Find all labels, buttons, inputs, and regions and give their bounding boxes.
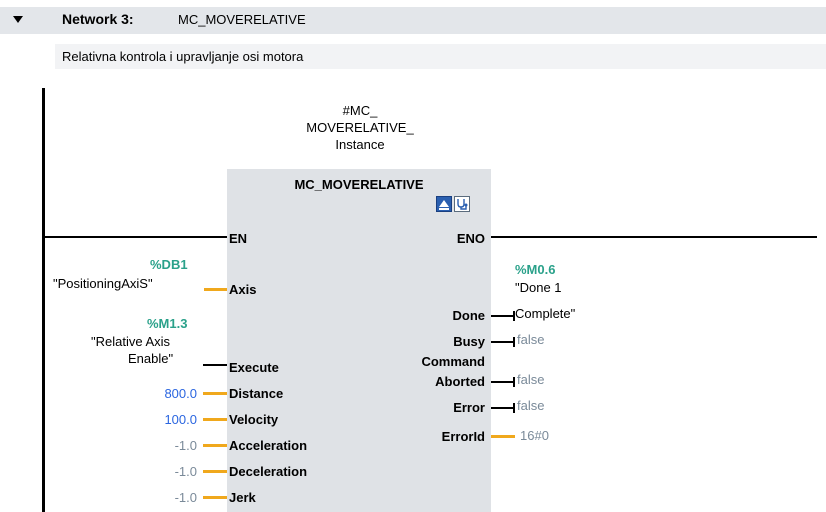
download-icon[interactable] — [436, 196, 452, 212]
pin-distance: Distance — [229, 386, 284, 401]
pin-command-aborted-line1: Command — [421, 354, 485, 369]
pin-error: Error — [453, 400, 485, 415]
block-title: MC_MOVERELATIVE — [294, 177, 424, 192]
axis-wire — [204, 288, 227, 291]
axis-tag[interactable]: "PositioningAxiS" — [53, 276, 153, 291]
function-block[interactable]: MC_MOVERELATIVE EN Axis Execute Distance… — [227, 169, 491, 512]
error-wire-end — [513, 403, 515, 413]
deceleration-wire — [203, 470, 227, 473]
instance-db-line1[interactable]: #MC_ — [260, 103, 460, 118]
jerk-wire — [203, 496, 227, 499]
network-title[interactable]: MC_MOVERELATIVE — [178, 12, 306, 27]
done-address[interactable]: %M0.6 — [515, 262, 555, 277]
pin-deceleration: Deceleration — [229, 464, 308, 479]
pin-errorid: ErrorId — [441, 429, 485, 444]
pin-eno: ENO — [456, 231, 485, 246]
left-power-rail — [42, 88, 45, 512]
execute-wire — [203, 364, 227, 366]
execute-tag-line1[interactable]: "Relative Axis — [91, 334, 170, 349]
velocity-value[interactable]: 100.0 — [140, 412, 197, 427]
pin-en: EN — [229, 231, 248, 246]
pin-command-aborted-line2: Aborted — [435, 374, 485, 389]
rung-wire-en — [45, 236, 227, 238]
busy-value: false — [517, 332, 545, 347]
network-header[interactable]: Network 3: MC_MOVERELATIVE — [0, 7, 826, 34]
done-tag-line2[interactable]: Complete" — [515, 306, 575, 321]
acceleration-value[interactable]: -1.0 — [140, 438, 197, 453]
deceleration-value[interactable]: -1.0 — [140, 464, 197, 479]
network-comment-text: Relativna kontrola i upravljanje osi mot… — [62, 49, 304, 64]
done-wire-end — [513, 311, 515, 321]
axis-address[interactable]: %DB1 — [150, 257, 188, 272]
pin-done: Done — [452, 308, 486, 323]
errorid-wire — [491, 435, 515, 438]
aborted-wire-end — [513, 377, 515, 387]
instance-db-line3[interactable]: Instance — [260, 137, 460, 152]
pin-execute: Execute — [229, 360, 279, 375]
velocity-wire — [203, 418, 227, 421]
stethoscope-icon[interactable] — [454, 196, 470, 212]
aborted-value: false — [517, 372, 545, 387]
errorid-value: 16#0 — [520, 428, 549, 443]
collapse-arrow-icon[interactable] — [13, 16, 23, 23]
network-comment[interactable]: Relativna kontrola i upravljanje osi mot… — [55, 44, 826, 69]
error-value: false — [517, 398, 545, 413]
pin-axis: Axis — [229, 282, 257, 297]
pin-jerk: Jerk — [229, 490, 256, 505]
pin-acceleration: Acceleration — [229, 438, 308, 453]
done-tag-line1[interactable]: "Done 1 — [515, 280, 562, 295]
aborted-wire — [491, 381, 515, 383]
busy-wire — [491, 341, 515, 343]
pin-busy: Busy — [453, 334, 485, 349]
rung-wire-eno — [491, 236, 817, 238]
done-wire — [491, 315, 515, 317]
distance-wire — [203, 392, 227, 395]
error-wire — [491, 407, 515, 409]
jerk-value[interactable]: -1.0 — [140, 490, 197, 505]
acceleration-wire — [203, 444, 227, 447]
instance-db-line2[interactable]: MOVERELATIVE_ — [260, 120, 460, 135]
pin-velocity: Velocity — [229, 412, 279, 427]
execute-tag-line2[interactable]: Enable" — [128, 351, 173, 366]
distance-value[interactable]: 800.0 — [140, 386, 197, 401]
busy-wire-end — [513, 337, 515, 347]
network-label: Network 3: — [62, 11, 134, 27]
execute-address[interactable]: %M1.3 — [147, 316, 187, 331]
